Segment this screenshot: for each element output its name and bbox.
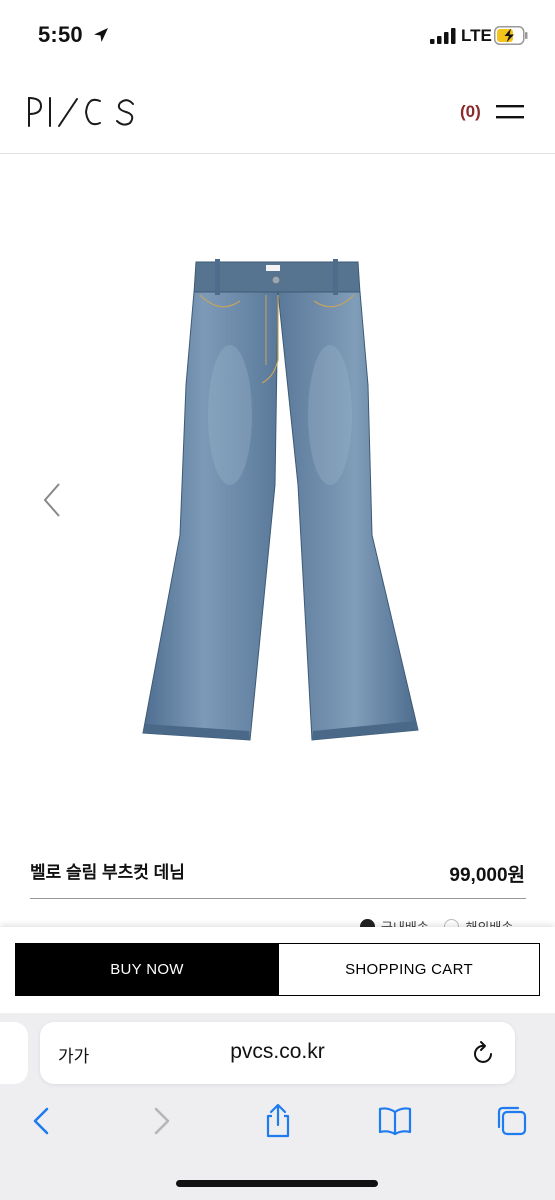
product-price: 99,000원 — [449, 865, 525, 886]
pvcs-logo[interactable] — [26, 94, 140, 128]
battery-charging-icon — [494, 26, 528, 45]
divider — [30, 898, 526, 899]
reload-icon[interactable] — [472, 1040, 496, 1066]
tabs-icon[interactable] — [494, 1103, 530, 1139]
page: 5:50 LTE (0) 벨로 슬림 부츠컷 데님 99,000원 BUY NO… — [0, 0, 555, 1200]
status-bar: 5:50 LTE — [0, 0, 555, 70]
site-header: (0) — [0, 72, 555, 154]
browser-toolbar: 가가 pvcs.co.kr — [0, 1013, 555, 1200]
cart-count[interactable]: (0) — [460, 102, 481, 122]
bookmarks-icon[interactable] — [377, 1103, 413, 1139]
hamburger-menu-icon[interactable] — [496, 103, 524, 121]
previous-image-arrow-icon[interactable] — [40, 480, 64, 520]
cellular-signal-icon — [430, 28, 456, 44]
product-name: 벨로 슬림 부츠컷 데님 — [30, 863, 185, 882]
home-indicator — [176, 1180, 378, 1187]
address-bar[interactable]: 가가 pvcs.co.kr — [40, 1022, 515, 1084]
share-icon[interactable] — [260, 1103, 296, 1139]
shopping-cart-button[interactable]: SHOPPING CART — [278, 943, 540, 996]
status-time: 5:50 — [38, 22, 83, 47]
network-type: LTE — [461, 26, 492, 45]
product-image[interactable] — [0, 155, 555, 835]
purchase-action-bar: BUY NOW SHOPPING CART — [0, 927, 555, 1013]
denim-jeans-image — [142, 259, 419, 741]
buy-now-button[interactable]: BUY NOW — [15, 943, 279, 996]
forward-icon[interactable] — [143, 1103, 179, 1139]
location-arrow-icon — [94, 28, 108, 42]
back-icon[interactable] — [24, 1103, 60, 1139]
previous-tab-preview[interactable] — [0, 1022, 28, 1084]
url-text: pvcs.co.kr — [230, 1040, 325, 1063]
